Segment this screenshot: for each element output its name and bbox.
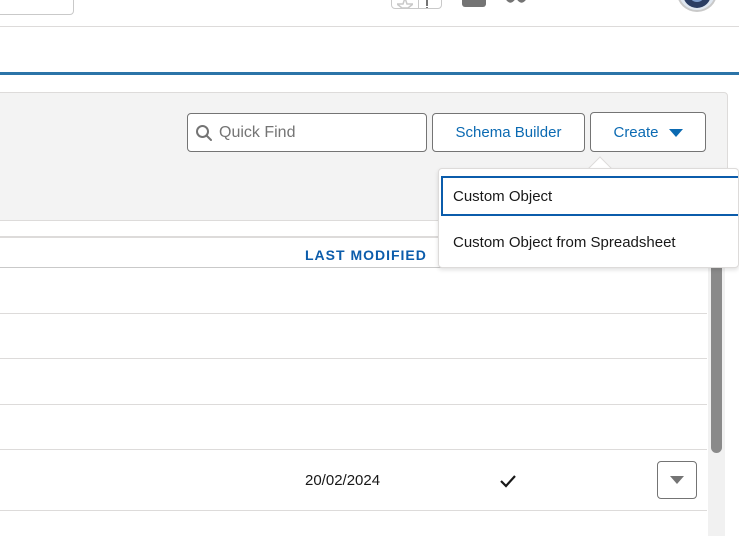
objects-table: LAST MODIFIED 20/02/2024 <box>0 236 717 536</box>
menu-item-custom-object-from-spreadsheet[interactable]: Custom Object from Spreadsheet <box>441 222 738 262</box>
table-row <box>0 405 707 450</box>
gear-icon[interactable] <box>588 0 614 8</box>
last-modified-cell: 20/02/2024 <box>305 472 381 489</box>
scrollbar-thumb[interactable] <box>711 255 722 453</box>
create-label: Create <box>613 123 659 141</box>
plus-icon[interactable] <box>461 0 487 8</box>
create-menu-button[interactable]: Create <box>590 112 706 152</box>
chevron-down-icon <box>668 129 683 137</box>
quick-find-input[interactable] <box>219 114 426 151</box>
chevron-down-icon <box>670 476 684 484</box>
star-icon[interactable] <box>392 0 419 8</box>
create-dropdown-menu: Custom Object Custom Object from Spreads… <box>438 168 739 268</box>
row-actions-button[interactable] <box>657 461 697 499</box>
check-icon <box>499 474 517 493</box>
tab-divider <box>0 72 739 75</box>
list-icon[interactable] <box>419 0 441 8</box>
help-icon[interactable] <box>550 0 576 8</box>
favorites-button-group <box>391 0 442 9</box>
trailhead-icon[interactable] <box>503 0 529 8</box>
table-row <box>0 359 707 405</box>
menu-item-label: Custom Object from Spreadsheet <box>453 233 676 251</box>
schema-builder-label: Schema Builder <box>455 124 562 141</box>
table-row: 20/02/2024 <box>0 450 707 511</box>
bell-icon[interactable] <box>629 0 655 8</box>
schema-builder-button[interactable]: Schema Builder <box>432 113 585 152</box>
quick-find-field[interactable] <box>187 113 427 152</box>
column-header-last-modified[interactable]: LAST MODIFIED <box>305 247 427 263</box>
table-row <box>0 314 707 359</box>
global-search-input[interactable] <box>0 0 74 15</box>
global-header <box>0 0 739 27</box>
menu-item-label: Custom Object <box>453 187 553 205</box>
avatar[interactable] <box>677 0 717 12</box>
menu-item-custom-object[interactable]: Custom Object <box>441 176 738 216</box>
search-icon <box>188 114 219 151</box>
table-row <box>0 268 707 314</box>
